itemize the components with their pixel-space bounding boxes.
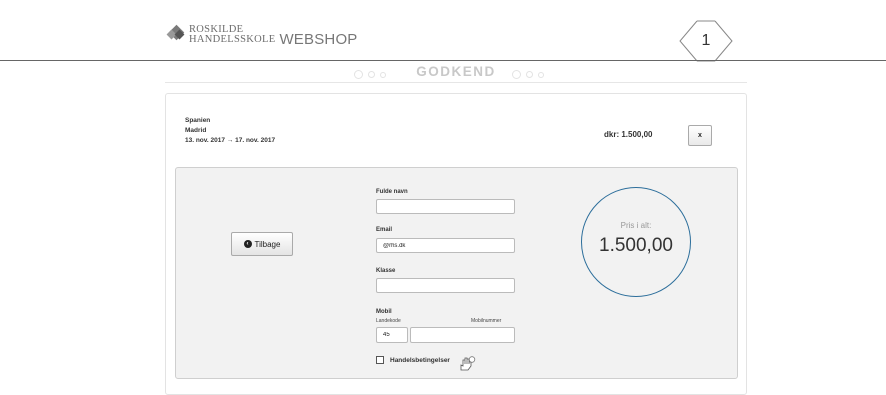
mobile-number-label: Mobilnummer: [471, 318, 502, 324]
email-label: Email: [376, 227, 393, 233]
product-price: dkr: 1.500,00: [604, 130, 653, 139]
fullname-label: Fulde navn: [376, 189, 408, 195]
product-country: Spanien: [185, 117, 211, 124]
product-info: Spanien Madrid 13. nov. 2017 → 17. nov. …: [185, 116, 275, 146]
product-dates: 13. nov. 2017 → 17. nov. 2017: [185, 137, 276, 144]
fullname-input[interactable]: [376, 199, 515, 214]
email-input[interactable]: [376, 238, 515, 253]
terms-label[interactable]: Handelsbetingelser: [390, 357, 450, 364]
back-button-label: Tilbage: [254, 239, 281, 249]
step-divider: [165, 82, 747, 83]
back-button[interactable]: ‹ Tilbage: [231, 232, 293, 256]
mobile-number-input[interactable]: [410, 327, 515, 343]
hand-cursor-icon: [460, 356, 476, 371]
cart-badge[interactable]: 1: [677, 20, 735, 62]
step-title: GODKEND: [416, 64, 496, 79]
total-price-value: 1.500,00: [599, 235, 673, 256]
chevron-left-icon: ‹: [243, 240, 252, 248]
logo[interactable]: ROSKILDE HANDELSSKOLE WEBSHOP: [166, 22, 358, 48]
remove-item-button[interactable]: x: [688, 125, 712, 146]
shop-name: WEBSHOP: [279, 30, 358, 48]
terms-row[interactable]: Handelsbetingelser: [376, 356, 450, 364]
school-name: ROSKILDE HANDELSSKOLE: [189, 24, 276, 45]
total-price-label: Pris i alt:: [620, 221, 652, 230]
class-label: Klasse: [376, 268, 396, 274]
class-input[interactable]: [376, 278, 515, 293]
logo-diamond-icon: [166, 24, 185, 43]
cart-count: 1: [701, 32, 711, 49]
country-code-input[interactable]: [376, 327, 408, 343]
terms-checkbox[interactable]: [376, 356, 384, 364]
country-code-label: Landekode: [376, 318, 401, 324]
product-city: Madrid: [185, 127, 207, 134]
logo-line-2: HANDELSSKOLE: [189, 34, 276, 45]
mobile-label: Mobil: [376, 309, 392, 315]
